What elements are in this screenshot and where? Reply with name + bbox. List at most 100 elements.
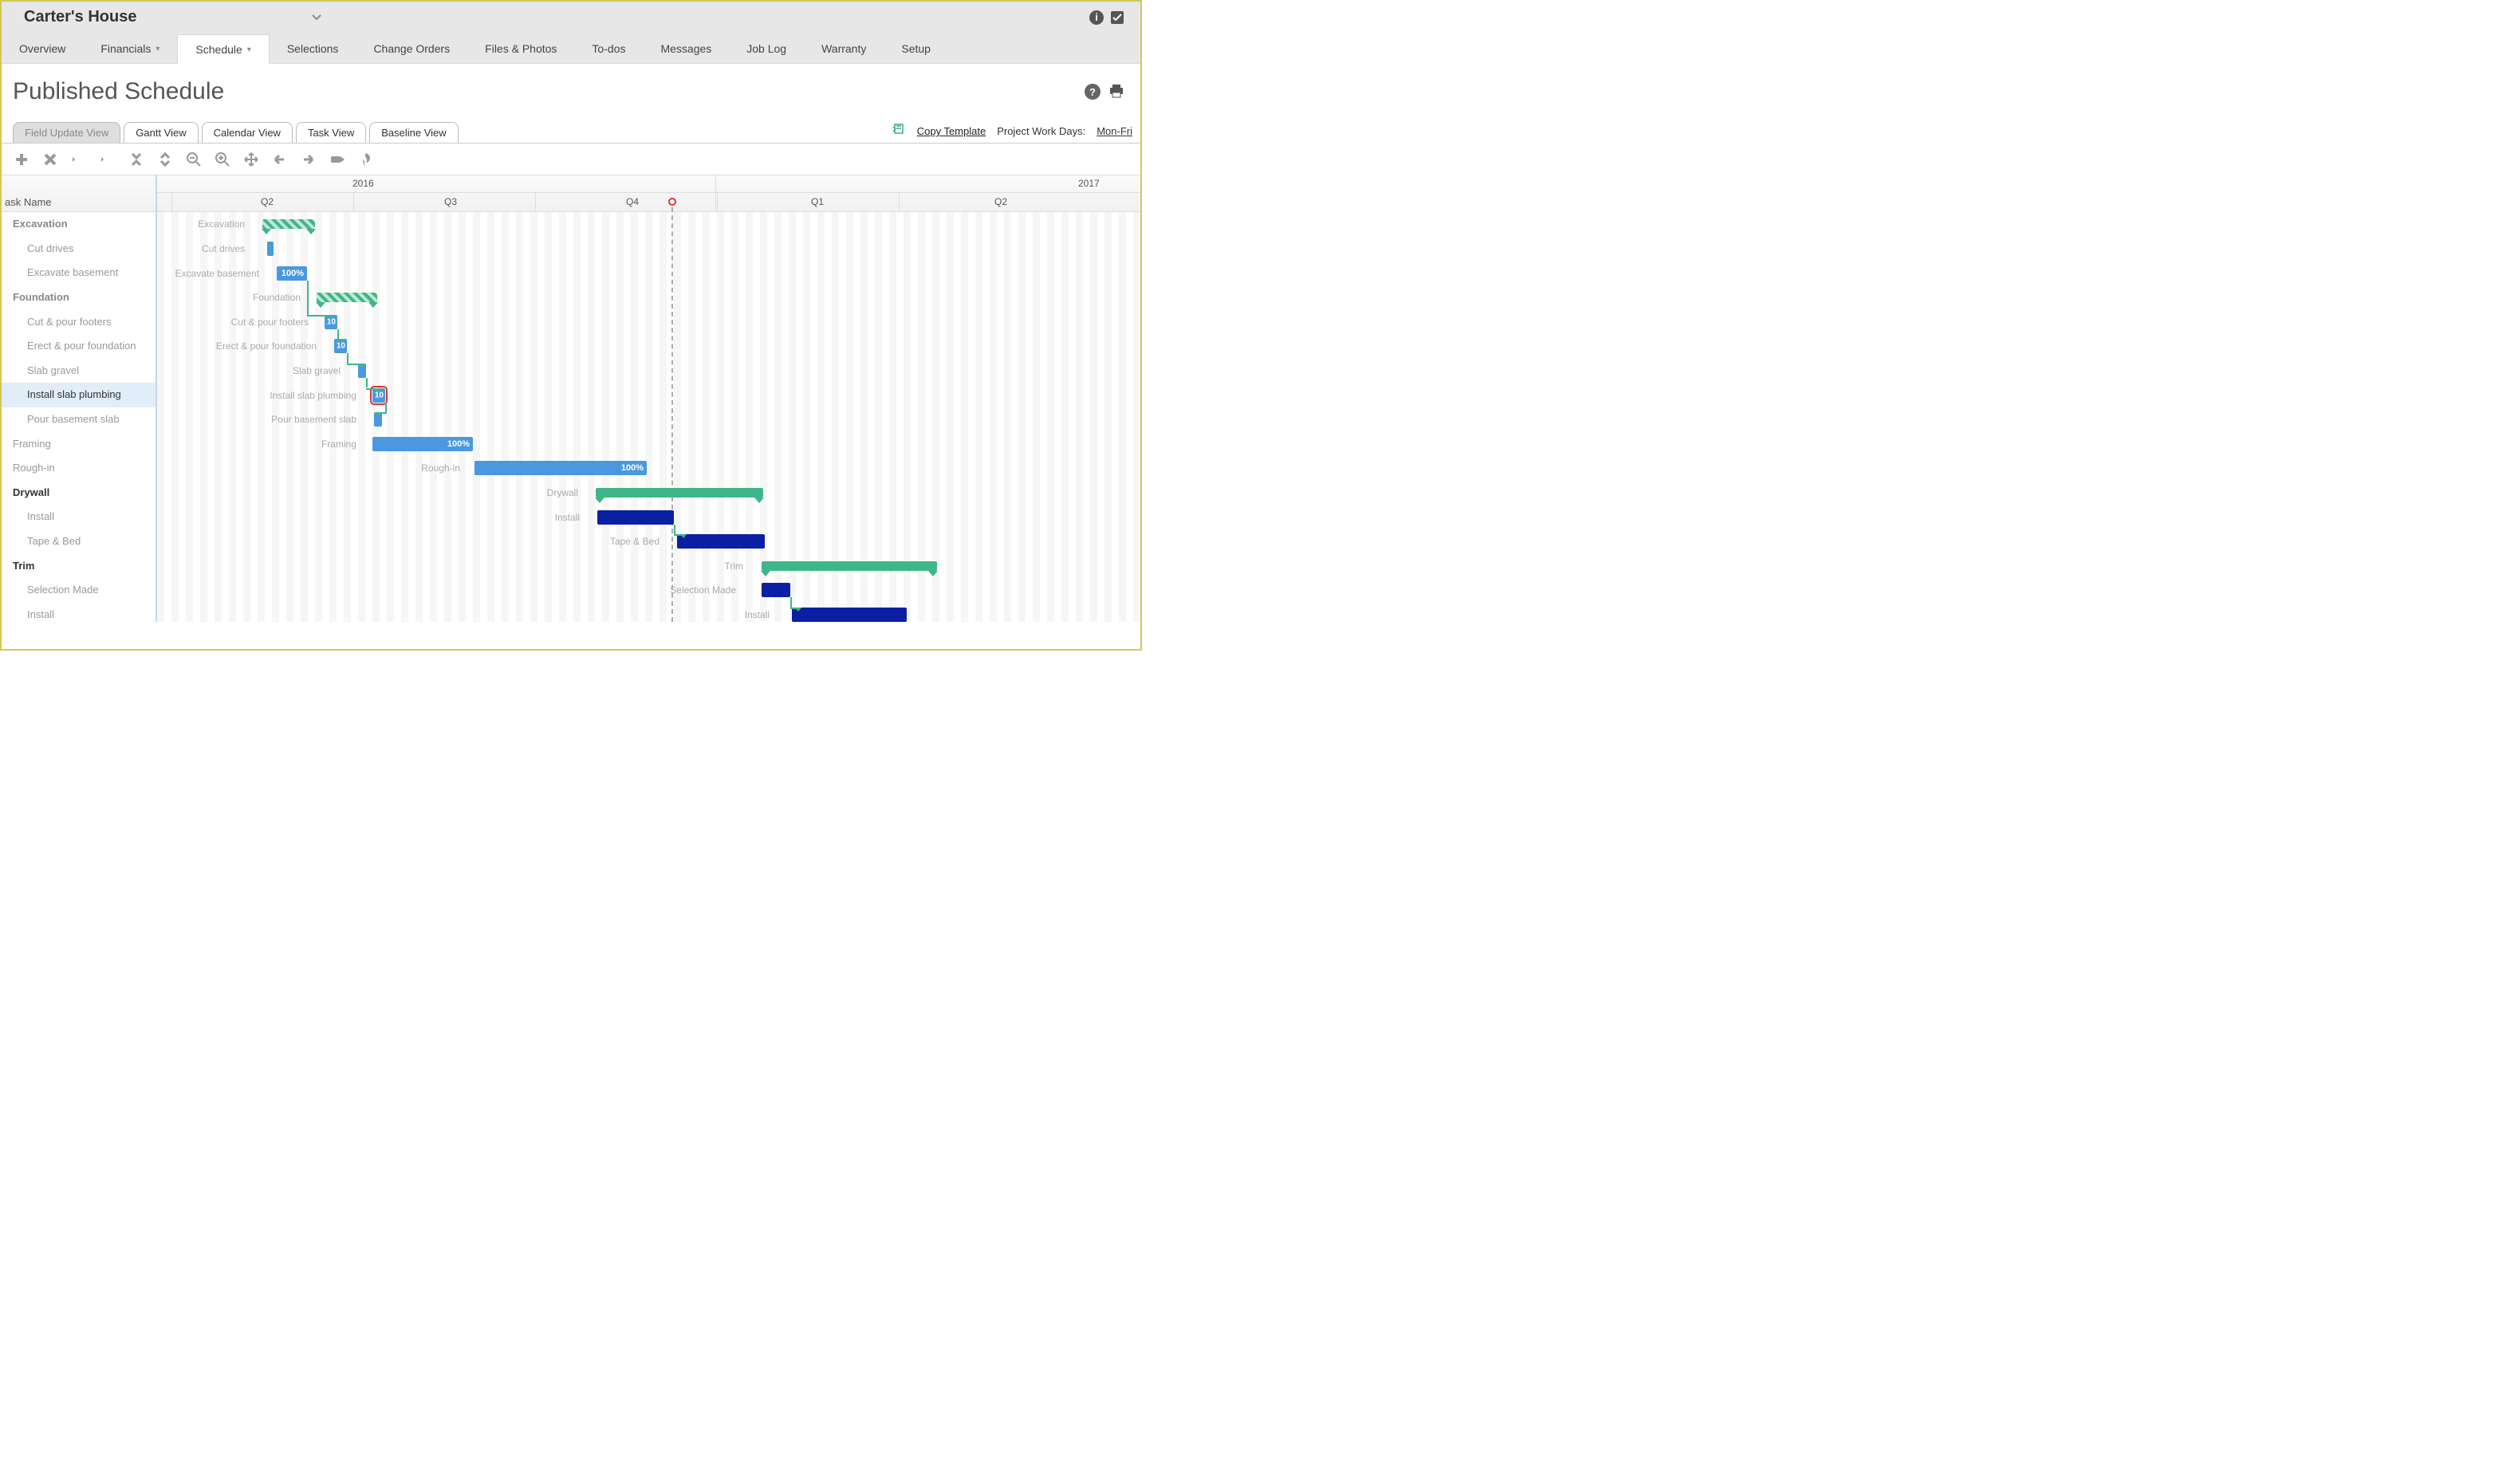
task-row[interactable]: Cut drives (2, 237, 156, 262)
year-label: 2016 (352, 178, 374, 189)
task-row[interactable]: Rough-in (2, 456, 156, 481)
nav-tab-schedule[interactable]: Schedule▾ (177, 34, 269, 64)
gantt-bar[interactable] (267, 242, 274, 256)
outdent-button[interactable] (70, 151, 88, 168)
gantt-task-label: Selection Made (157, 584, 736, 596)
task-row[interactable]: Erect & pour foundation (2, 334, 156, 359)
nav-tab-to-dos[interactable]: To-dos (574, 34, 643, 63)
gantt-task-label: Pour basement slab (157, 414, 356, 425)
indent-button[interactable] (99, 151, 116, 168)
task-row[interactable]: Excavate basement (2, 261, 156, 285)
task-row[interactable]: Install (2, 505, 156, 529)
task-row[interactable]: Excavation (2, 212, 156, 237)
collapse-button[interactable] (128, 151, 145, 168)
gantt-task-label: Framing (157, 439, 356, 450)
progress-label: 100% (447, 439, 470, 449)
gantt-bar[interactable]: 100% (474, 461, 647, 475)
nav-tab-setup[interactable]: Setup (884, 34, 948, 63)
gantt-task-label: Install (157, 512, 580, 523)
nav-tab-financials[interactable]: Financials▾ (83, 34, 177, 63)
gantt-task-label: Install (157, 609, 770, 620)
gantt-task-label: Drywall (157, 487, 578, 498)
project-title: Carter's House (24, 8, 136, 26)
view-tab-field-update-view: Field Update View (13, 122, 120, 143)
gantt-task-label: Trim (157, 560, 743, 572)
task-row[interactable]: Pour basement slab (2, 407, 156, 432)
gantt-task-label: Erect & pour foundation (157, 340, 317, 352)
expand-button[interactable] (156, 151, 174, 168)
progress-label: 10 (375, 391, 384, 399)
zoom-in-button[interactable] (214, 151, 231, 168)
quarter-label: Q2 (994, 196, 1007, 207)
view-tab-calendar-view[interactable]: Calendar View (202, 122, 293, 143)
nav-tab-files-photos[interactable]: Files & Photos (467, 34, 574, 63)
task-row[interactable]: Tape & Bed (2, 529, 156, 554)
help-icon[interactable]: ? (1085, 84, 1101, 100)
quarter-label: Q1 (811, 196, 824, 207)
next-button[interactable] (300, 151, 317, 168)
prev-button[interactable] (271, 151, 289, 168)
view-tab-gantt-view[interactable]: Gantt View (124, 122, 198, 143)
gantt-task-label: Install slab plumbing (157, 390, 356, 401)
progress-label: 100% (621, 463, 644, 473)
gantt-bar[interactable] (677, 534, 765, 549)
gantt-bar[interactable] (792, 608, 907, 622)
gantt-bar[interactable] (762, 561, 937, 571)
nav-tab-change-orders[interactable]: Change Orders (356, 34, 467, 63)
gantt-task-label: Tape & Bed (157, 536, 660, 547)
gantt-task-label: Cut & pour footers (157, 317, 309, 328)
checkbox-icon[interactable] (1110, 10, 1124, 25)
chevron-down-icon: ▾ (156, 45, 159, 53)
delete-button[interactable] (41, 151, 59, 168)
task-row[interactable]: Framing (2, 431, 156, 456)
task-row[interactable]: Slab gravel (2, 359, 156, 384)
zoom-out-button[interactable] (185, 151, 203, 168)
copy-template-link[interactable]: Copy Template (917, 125, 986, 137)
gantt-bar[interactable]: 100% (372, 437, 473, 451)
gantt-task-label: Excavation (157, 218, 245, 230)
copy-template-icon[interactable] (892, 123, 906, 140)
gantt-bar[interactable] (597, 510, 674, 525)
task-row[interactable]: Cut & pour footers (2, 309, 156, 334)
task-row[interactable]: Install (2, 603, 156, 623)
nav-tab-warranty[interactable]: Warranty (804, 34, 884, 63)
progress-label: 100% (282, 269, 304, 278)
nav-tab-overview[interactable]: Overview (2, 34, 83, 63)
gantt-task-label: Cut drives (157, 243, 245, 254)
project-dropdown[interactable] (312, 12, 321, 23)
gantt-task-label: Slab gravel (157, 365, 341, 376)
gantt-task-label: Foundation (157, 292, 301, 303)
progress-label: 10 (337, 342, 345, 351)
work-days-value[interactable]: Mon-Fri (1097, 125, 1132, 137)
task-row[interactable]: Selection Made (2, 578, 156, 603)
fire-button[interactable] (357, 151, 375, 168)
fit-button[interactable] (242, 151, 260, 168)
print-icon[interactable] (1108, 84, 1124, 100)
task-name-header: ask Name (2, 175, 156, 212)
gantt-bar[interactable] (596, 488, 763, 498)
nav-tab-job-log[interactable]: Job Log (729, 34, 804, 63)
gantt-task-label: Excavate basement (157, 268, 259, 279)
view-tab-task-view[interactable]: Task View (296, 122, 366, 143)
nav-tab-messages[interactable]: Messages (643, 34, 729, 63)
work-days-label: Project Work Days: (997, 125, 1085, 137)
gantt-bar[interactable] (762, 583, 790, 597)
task-row[interactable]: Install slab plumbing (2, 383, 156, 407)
nav-tab-selections[interactable]: Selections (270, 34, 356, 63)
task-row[interactable]: Foundation (2, 285, 156, 310)
view-tab-baseline-view[interactable]: Baseline View (369, 122, 458, 143)
add-button[interactable] (13, 151, 30, 168)
progress-label: 10 (327, 317, 336, 326)
tag-button[interactable] (329, 151, 346, 168)
quarter-label: Q2 (261, 196, 274, 207)
year-label: 2017 (1078, 178, 1100, 189)
task-row[interactable]: Drywall (2, 481, 156, 505)
gantt-task-label: Rough-in (157, 462, 460, 474)
task-row[interactable]: Trim (2, 553, 156, 578)
gantt-bar[interactable] (317, 293, 377, 302)
gantt-bar[interactable]: 100% (277, 266, 307, 281)
quarter-label: Q3 (444, 196, 457, 207)
info-icon[interactable]: i (1089, 10, 1104, 25)
page-title: Published Schedule (13, 78, 224, 105)
gantt-bar[interactable] (262, 219, 315, 229)
